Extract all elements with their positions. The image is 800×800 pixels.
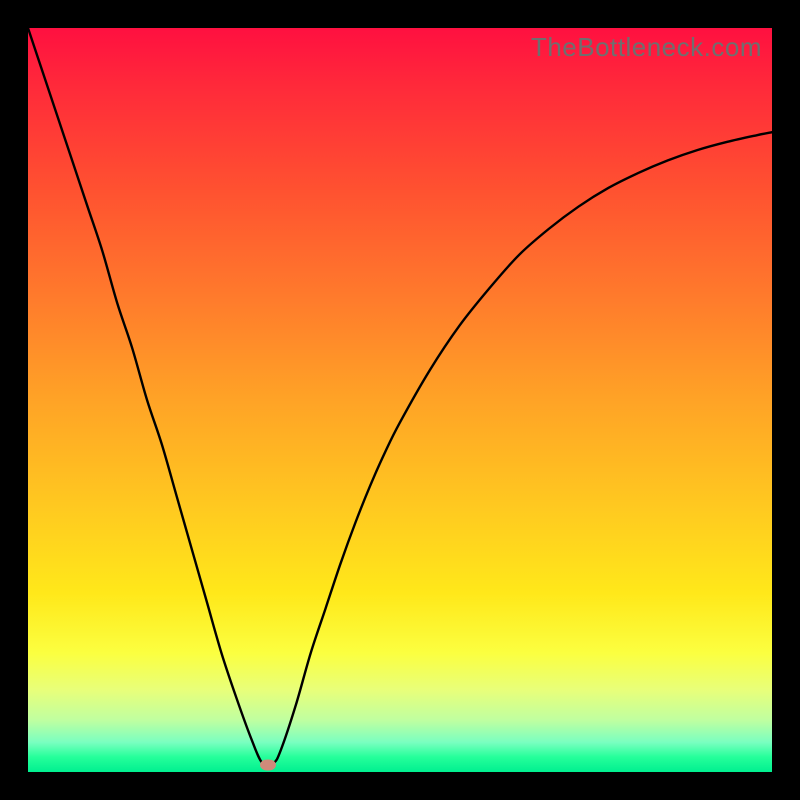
curve-layer xyxy=(28,28,772,772)
vertex-marker xyxy=(260,759,276,770)
bottleneck-curve xyxy=(28,28,772,765)
chart-frame: TheBottleneck.com xyxy=(0,0,800,800)
plot-area: TheBottleneck.com xyxy=(28,28,772,772)
